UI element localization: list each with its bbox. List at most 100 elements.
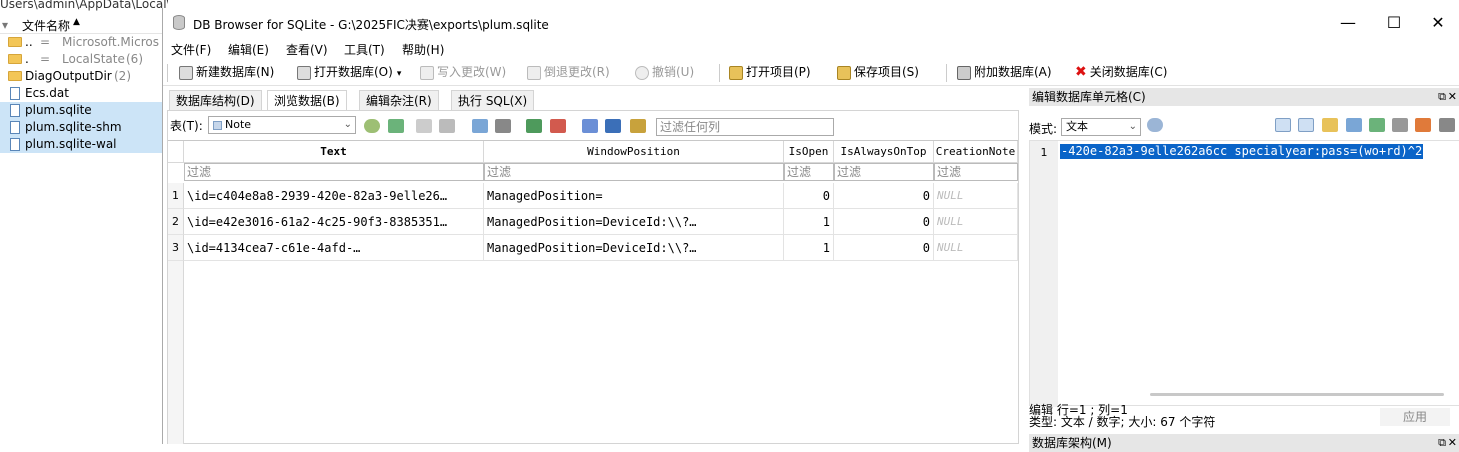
filter-creationnote[interactable]: 过滤 — [934, 163, 1018, 181]
explorer-path: Users\admin\AppData\Local\Packages\Micro… — [0, 0, 168, 11]
find-icon[interactable] — [605, 119, 621, 133]
filter-text[interactable]: 过滤 — [184, 163, 484, 181]
filter-windowposition[interactable]: 过滤 — [484, 163, 784, 181]
mode-select[interactable]: 文本 ⌄ — [1061, 118, 1141, 136]
apply-button[interactable]: 应用 — [1380, 408, 1450, 426]
cell-isalwaysontop[interactable]: 0 — [834, 235, 934, 261]
maximize-button[interactable]: ☐ — [1374, 12, 1414, 34]
float-dock-icon[interactable]: ⧉ — [1438, 88, 1446, 106]
explorer-item-current[interactable]: . = LocalState (6) — [0, 51, 168, 68]
column-header-isopen[interactable]: IsOpen — [784, 141, 834, 163]
cell-creationnote[interactable]: NULL — [934, 235, 1018, 261]
attach-database-button[interactable]: 附加数据库(A) — [957, 63, 1052, 83]
format-icon[interactable] — [630, 119, 646, 133]
new-database-button[interactable]: 新建数据库(N) — [179, 63, 274, 83]
menu-help[interactable]: 帮助(H) — [402, 41, 444, 58]
tab-browse-data[interactable]: 浏览数据(B) — [267, 90, 347, 110]
cell-text[interactable]: \id=e42e3016-61a2-4c25-90f3-8385351… — [184, 209, 484, 235]
table-select[interactable]: Note ⌄ — [208, 116, 356, 134]
write-changes-button[interactable]: 写入更改(W) — [420, 63, 506, 83]
font-icon[interactable] — [582, 119, 598, 133]
row-number[interactable]: 1 — [168, 183, 184, 209]
explorer-item-plum-wal[interactable]: plum.sqlite-wal — [0, 136, 168, 153]
indent-icon[interactable] — [1298, 118, 1314, 132]
horizontal-scrollbar[interactable] — [1150, 393, 1444, 396]
file-icon — [10, 104, 20, 117]
filter-isopen[interactable]: 过滤 — [784, 163, 834, 181]
explorer-item-diagoutputdir[interactable]: DiagOutputDir (2) — [0, 68, 168, 85]
row-number[interactable]: 3 — [168, 235, 184, 261]
revert-changes-button[interactable]: 倒退更改(R) — [527, 63, 610, 83]
delete-record-icon[interactable] — [550, 119, 566, 133]
print-icon[interactable] — [1392, 118, 1408, 132]
cell-text[interactable]: \id=4134cea7-c61e-4afd-… — [184, 235, 484, 261]
insert-record-icon[interactable] — [526, 119, 542, 133]
explorer-item-ecs[interactable]: Ecs.dat — [0, 85, 168, 102]
export-icon[interactable] — [1346, 118, 1362, 132]
tab-edit-pragmas[interactable]: 编辑杂注(R) — [359, 90, 439, 110]
close-dock-icon[interactable]: ✕ — [1448, 434, 1457, 452]
column-header-windowposition[interactable]: WindowPosition — [484, 141, 784, 163]
filter-isalwaysontop[interactable]: 过滤 — [834, 163, 934, 181]
menu-edit[interactable]: 编辑(E) — [228, 41, 269, 58]
undo-button[interactable]: 撤销(U) — [635, 63, 694, 83]
table-icon — [213, 120, 222, 130]
clear-icon[interactable] — [1415, 118, 1431, 132]
clear-filters-icon[interactable] — [416, 119, 432, 133]
cell-creationnote[interactable]: NULL — [934, 183, 1018, 209]
close-database-button[interactable]: ✖ 关闭数据库(C) — [1075, 63, 1167, 83]
title-bar[interactable]: DB Browser for SQLite - G:\2025FIC决赛\exp… — [163, 8, 1459, 38]
cell-windowposition[interactable]: ManagedPosition=DeviceId:\\?… — [484, 235, 784, 261]
close-dock-icon[interactable]: ✕ — [1448, 88, 1457, 106]
column-header-isalwaysontop[interactable]: IsAlwaysOnTop — [834, 141, 934, 163]
save-project-button[interactable]: 保存项目(S) — [837, 63, 919, 83]
cell-creationnote[interactable]: NULL — [934, 209, 1018, 235]
import-icon[interactable] — [1322, 118, 1338, 132]
toolbar-separator — [946, 64, 947, 82]
column-header-creationnote[interactable]: CreationNote — [934, 141, 1018, 163]
cell-windowposition[interactable]: ManagedPosition=DeviceId:\\?… — [484, 209, 784, 235]
set-null-icon[interactable] — [1369, 118, 1385, 132]
print-icon[interactable] — [495, 119, 511, 133]
file-icon — [10, 121, 20, 134]
cell-content-text[interactable]: -420e-82a3-9elle262a6cc specialyear:pass… — [1060, 144, 1424, 159]
cell-isopen[interactable]: 1 — [784, 209, 834, 235]
explorer-item-parent[interactable]: .. = Microsoft.Micros — [0, 34, 168, 51]
tab-database-structure[interactable]: 数据库结构(D) — [169, 90, 262, 110]
open-database-button[interactable]: 打开数据库(O) ▾ — [297, 63, 401, 83]
cell-isalwaysontop[interactable]: 0 — [834, 209, 934, 235]
explorer-item-plum-sqlite[interactable]: plum.sqlite — [0, 102, 168, 119]
sort-icon[interactable] — [439, 119, 455, 133]
cell-isopen[interactable]: 0 — [784, 183, 834, 209]
attach-database-icon — [957, 65, 971, 80]
cell-isopen[interactable]: 1 — [784, 235, 834, 261]
float-dock-icon[interactable]: ⧉ — [1438, 434, 1446, 452]
minimize-button[interactable]: — — [1328, 12, 1368, 34]
explorer-header[interactable]: ▾ 文件名称 ▲ — [0, 16, 168, 34]
cell-editor[interactable]: 1 -420e-82a3-9elle262a6cc specialyear:pa… — [1029, 140, 1459, 407]
open-project-button[interactable]: 打开项目(P) — [729, 63, 811, 83]
explorer-item-plum-shm[interactable]: plum.sqlite-shm — [0, 119, 168, 136]
filter-all-columns-input[interactable]: 过滤任何列 — [656, 118, 834, 136]
refresh-icon[interactable] — [364, 119, 380, 133]
row-number[interactable]: 2 — [168, 209, 184, 235]
menu-bar: 文件(F) 编辑(E) 查看(V) 工具(T) 帮助(H) — [163, 38, 1459, 58]
cell-isalwaysontop[interactable]: 0 — [834, 183, 934, 209]
menu-file[interactable]: 文件(F) — [171, 41, 211, 58]
browse-data-panel: 表(T): Note ⌄ 过滤任何列 Text WindowPosition I… — [167, 110, 1019, 444]
cell-text[interactable]: \id=c404e8a8-2939-420e-82a3-9elle26… — [184, 183, 484, 209]
tab-execute-sql[interactable]: 执行 SQL(X) — [451, 90, 535, 110]
print-cell-icon[interactable] — [1439, 118, 1455, 132]
auto-switch-mode-icon[interactable] — [1147, 118, 1163, 132]
sync-icon[interactable] — [388, 119, 404, 133]
close-button[interactable]: ✕ — [1418, 12, 1458, 34]
sort-asc-icon: ▲ — [73, 17, 80, 27]
edit-cell-dock-header[interactable]: 编辑数据库单元格(C) ⧉ ✕ — [1029, 88, 1459, 106]
save-table-icon[interactable] — [472, 119, 488, 133]
menu-tools[interactable]: 工具(T) — [344, 41, 385, 58]
word-wrap-icon[interactable] — [1275, 118, 1291, 132]
menu-view[interactable]: 查看(V) — [286, 41, 328, 58]
column-header-text[interactable]: Text — [184, 141, 484, 163]
schema-dock-header[interactable]: 数据库架构(M) ⧉ ✕ — [1029, 434, 1459, 452]
cell-windowposition[interactable]: ManagedPosition= — [484, 183, 784, 209]
